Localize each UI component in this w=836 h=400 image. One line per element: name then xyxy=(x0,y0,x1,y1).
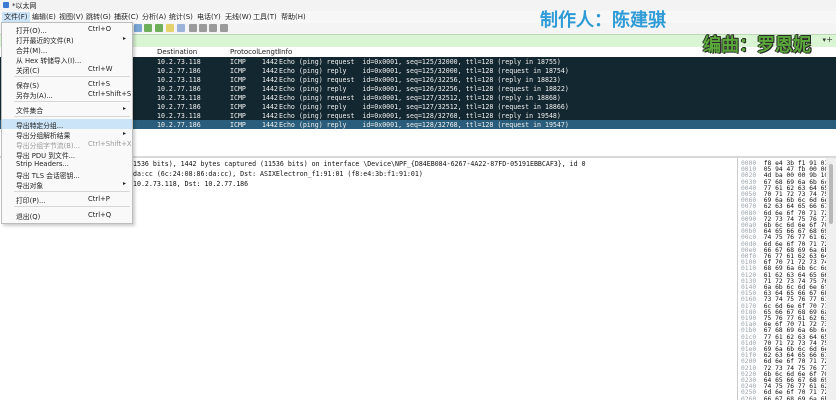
hex-offset: 0260 xyxy=(741,395,757,400)
menu-separator xyxy=(14,206,130,207)
menu-view[interactable]: 视图(V) xyxy=(57,12,85,22)
packet-bytes-pane: 0000 f8 e4 3b f1 91 01 0010 05 94 47 fb 0… xyxy=(737,158,836,400)
go-back-icon[interactable] xyxy=(134,24,142,32)
title-bar: *以太网 xyxy=(0,0,836,11)
bytes-scrollbar[interactable] xyxy=(826,158,836,400)
resize-columns-icon[interactable] xyxy=(220,24,228,32)
menu-item-export-bytes[interactable]: 导出分组字节流(B)... Ctrl+Shift+X xyxy=(2,139,132,150)
menu-tools[interactable]: 工具(T) xyxy=(251,12,279,22)
colorize-icon[interactable] xyxy=(177,24,185,32)
menu-item-import-hex[interactable]: 从 Hex 转储导入(I)... xyxy=(2,54,132,65)
hex-bytes: 66 67 68 69 6a 6b xyxy=(763,395,829,400)
column-protocol[interactable]: Protocol xyxy=(230,48,258,56)
menu-wireless[interactable]: 无线(W) xyxy=(223,12,253,22)
go-last-icon[interactable] xyxy=(155,24,163,32)
author-watermark: 制作人：陈建骐 xyxy=(540,10,666,31)
column-destination[interactable]: Destination xyxy=(157,48,197,56)
menu-item-merge[interactable]: 合并(M)... xyxy=(2,44,132,55)
chevron-right-icon: ▸ xyxy=(123,105,127,112)
menu-item-save[interactable]: 保存(S) Ctrl+S xyxy=(2,79,132,90)
add-filter-icon[interactable]: + xyxy=(826,35,833,44)
menu-item-export-tls-keys[interactable]: 导出 TLS 会话密钥... xyxy=(2,169,132,180)
menu-analyze[interactable]: 分析(A) xyxy=(140,12,168,22)
menu-item-export-objects[interactable]: 导出对象 ▸ xyxy=(2,179,132,190)
menu-separator xyxy=(14,116,130,117)
chevron-right-icon: ▸ xyxy=(123,35,127,42)
window-title: *以太网 xyxy=(12,2,37,10)
auto-scroll-icon[interactable] xyxy=(166,24,174,32)
menu-item-open[interactable]: 打开(O)... Ctrl+O xyxy=(2,24,132,35)
detail-line-ethernet[interactable]: da:cc (6c:24:08:86:da:cc), Dst: ASIXElec… xyxy=(133,170,423,178)
menu-item-open-recent[interactable]: 打开最近的文件(R) ▸ xyxy=(2,34,132,45)
detail-line-ip[interactable]: 10.2.73.118, Dst: 10.2.77.186 xyxy=(133,180,248,188)
menu-item-close[interactable]: 关闭(C) Ctrl+W xyxy=(2,64,132,75)
menu-separator xyxy=(14,101,130,102)
file-menu-dropdown: 打开(O)... Ctrl+O 打开最近的文件(R) ▸ 合并(M)... 从 He… xyxy=(1,22,133,224)
go-first-icon[interactable] xyxy=(144,24,152,32)
menu-go[interactable]: 跳转(G) xyxy=(84,12,113,22)
menu-item-quit[interactable]: 退出(Q) Ctrl+Q xyxy=(2,210,132,221)
menu-separator xyxy=(14,76,130,77)
menu-statistics[interactable]: 统计(S) xyxy=(167,12,195,22)
detail-line-frame[interactable]: 1536 bits), 1442 bytes captured (11536 b… xyxy=(133,160,586,168)
column-info[interactable]: Info xyxy=(279,48,292,56)
hex-row[interactable]: 0260 66 67 68 69 6a 6b xyxy=(741,396,828,400)
zoom-in-icon[interactable] xyxy=(189,24,197,32)
zoom-out-icon[interactable] xyxy=(199,24,207,32)
menu-item-export-dissections[interactable]: 导出分组解析结果 ▸ xyxy=(2,129,132,140)
menu-edit[interactable]: 编辑(E) xyxy=(30,12,58,22)
menu-item-print[interactable]: 打印(P)... Ctrl+P xyxy=(2,194,132,205)
menu-separator xyxy=(14,191,130,192)
menu-item-strip-headers[interactable]: Strip Headers... xyxy=(2,159,132,169)
menu-file[interactable]: 文件(F) xyxy=(2,12,30,22)
menu-capture[interactable]: 捕获(C) xyxy=(112,12,140,22)
chevron-right-icon: ▸ xyxy=(123,180,127,187)
app-icon xyxy=(3,2,9,8)
zoom-reset-icon[interactable] xyxy=(209,24,217,32)
menu-item-export-pdu[interactable]: 导出 PDU 到文件... xyxy=(2,149,132,160)
menu-help[interactable]: 帮助(H) xyxy=(279,12,308,22)
menu-item-export-specified[interactable]: 导出特定分组... xyxy=(2,119,132,130)
editor-watermark: 编曲：罗恩妮 xyxy=(703,35,811,56)
chevron-right-icon: ▸ xyxy=(123,130,127,137)
scrollbar-thumb[interactable] xyxy=(829,164,833,224)
menu-item-save-as[interactable]: 另存为(A)... Ctrl+Shift+S xyxy=(2,89,132,100)
column-length[interactable]: Lengtl xyxy=(258,48,280,56)
menu-item-file-set[interactable]: 文件集合 ▸ xyxy=(2,104,132,115)
menu-telephony[interactable]: 电话(Y) xyxy=(195,12,223,22)
